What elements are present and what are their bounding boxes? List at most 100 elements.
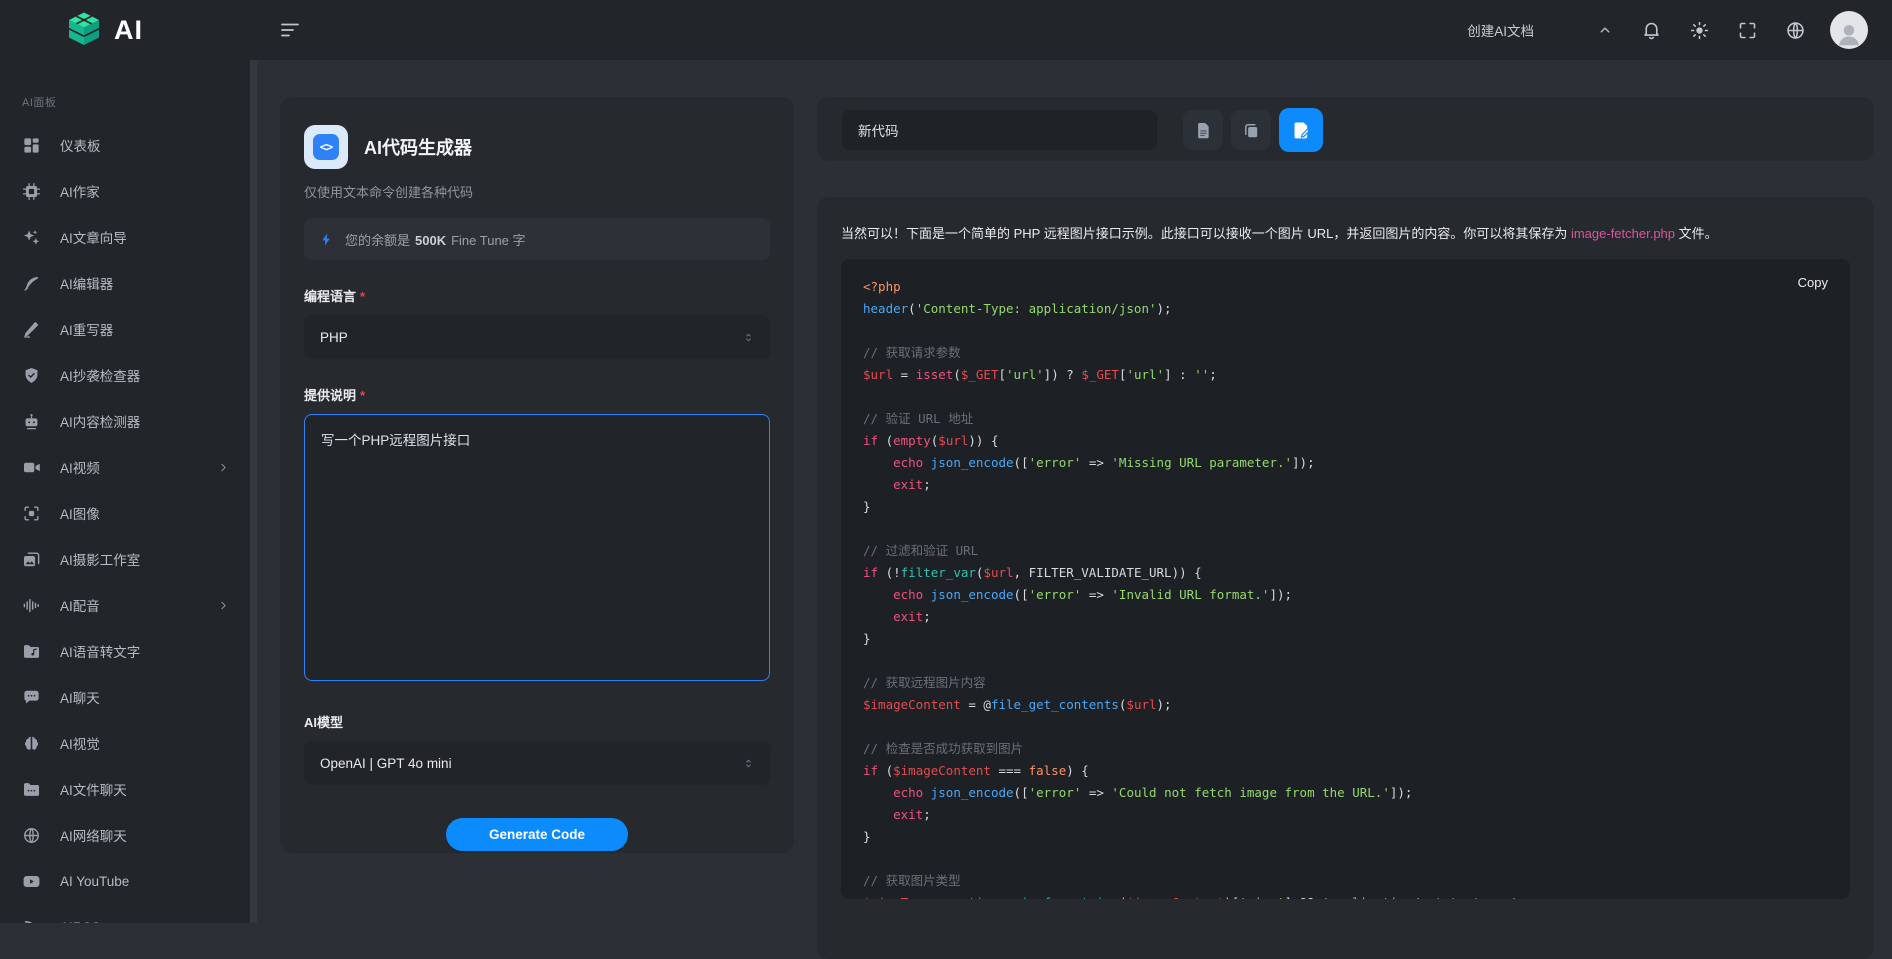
menu-icon[interactable] (278, 18, 302, 42)
sidebar-item[interactable]: AI抄袭检查器 (0, 352, 250, 398)
sidebar-section-label: AI面板 (22, 94, 250, 110)
copy-icon (1242, 121, 1261, 140)
app-logo[interactable]: AI (0, 10, 250, 50)
code-line: // 检查是否成功获取到图片 (863, 738, 1828, 760)
sidebar-item-label: AIRSS (60, 920, 101, 924)
avatar[interactable] (1830, 11, 1868, 49)
model-select-value: OpenAI | GPT 4o mini (320, 756, 452, 771)
sidebar-item[interactable]: AI文章向导 (0, 214, 250, 260)
sidebar-item[interactable]: AI编辑器 (0, 260, 250, 306)
chevron-up-icon[interactable] (1596, 21, 1614, 39)
code-line: } (863, 496, 1828, 518)
code-line (863, 650, 1828, 672)
chip-icon (22, 182, 41, 201)
chat-icon (22, 688, 41, 707)
code-line (863, 518, 1828, 540)
code-line: header('Content-Type: application/json')… (863, 298, 1828, 320)
sidebar: AI面板 仪表板 AI作家 AI文章向导 AI编辑器 AI重写器 AI抄袭检查器 AI内容检… (0, 60, 250, 923)
sidebar-item-label: AI编辑器 (60, 273, 113, 293)
chevron-right-icon (217, 461, 230, 474)
balance-bar: 您的余额是500KFine Tune 字 (304, 218, 770, 260)
sidebar-item-label: AI重写器 (60, 319, 113, 339)
sidebar-item[interactable]: AI配音 (0, 582, 250, 628)
description-textarea[interactable]: 写一个PHP远程图片接口 (304, 414, 770, 681)
language-select-value: PHP (320, 330, 348, 345)
dashboard-icon (22, 136, 41, 155)
code-line: echo json_encode(['error' => 'Invalid UR… (863, 584, 1828, 606)
sidebar-item[interactable]: AI作家 (0, 168, 250, 214)
sidebar-item[interactable]: AI语音转文字 (0, 628, 250, 674)
model-select[interactable]: OpenAI | GPT 4o mini (304, 741, 770, 785)
sidebar-item[interactable]: AI网络聊天 (0, 812, 250, 858)
copy-code-button[interactable]: Copy (1798, 275, 1828, 290)
robot-icon (22, 412, 41, 431)
code-line: // 获取远程图片内容 (863, 672, 1828, 694)
select-stepper-icon (741, 756, 756, 771)
sidebar-item-label: AI作家 (60, 181, 100, 201)
language-select[interactable]: PHP (304, 315, 770, 359)
sidebar-item-label: 仪表板 (60, 135, 101, 155)
sidebar-item-label: AI摄影工作室 (60, 549, 140, 569)
code-line: // 过滤和验证 URL (863, 540, 1828, 562)
sidebar-item[interactable]: 仪表板 (0, 122, 250, 168)
shield-icon (22, 366, 41, 385)
feather-icon (22, 274, 41, 293)
sidebar-item[interactable]: AIRSS (0, 904, 250, 923)
required-mark: * (360, 388, 365, 403)
save-document-button[interactable] (1279, 108, 1323, 152)
bolt-icon (319, 232, 334, 247)
sidebar-scrollbar[interactable] (250, 60, 257, 923)
code-line: // 验证 URL 地址 (863, 408, 1828, 430)
code-line: <?php (863, 276, 1828, 298)
topbar: AI 创建AI文档 (0, 0, 1892, 60)
music-folder-icon (22, 642, 41, 661)
new-document-button[interactable] (1183, 110, 1223, 150)
sidebar-item[interactable]: AI图像 (0, 490, 250, 536)
sidebar-item[interactable]: AI视频 (0, 444, 250, 490)
sidebar-item[interactable]: AI重写器 (0, 306, 250, 352)
panel-subtitle: 仅使用文本命令创建各种代码 (304, 182, 770, 201)
generate-code-button[interactable]: Generate Code (446, 818, 628, 851)
sidebar-item[interactable]: AI视觉 (0, 720, 250, 766)
select-stepper-icon (741, 330, 756, 345)
chevron-right-icon (217, 599, 230, 612)
sun-icon[interactable] (1689, 20, 1710, 41)
sidebar-item-label: AI语音转文字 (60, 641, 140, 661)
globe-icon (22, 826, 41, 845)
code-line: if ($imageContent === false) { (863, 760, 1828, 782)
panel-title: AI代码生成器 (364, 134, 472, 160)
model-label: AI模型 (304, 712, 770, 731)
generator-panel: <> AI代码生成器 仅使用文本命令创建各种代码 您的余额是500KFine T… (280, 97, 794, 853)
sidebar-item-label: AI YouTube (60, 874, 129, 889)
sidebar-item[interactable]: AI YouTube (0, 858, 250, 904)
create-ai-doc-link[interactable]: 创建AI文档 (1467, 20, 1534, 40)
document-title-input[interactable] (842, 110, 1157, 150)
balance-amount: 500K (415, 233, 446, 248)
youtube-icon (22, 872, 41, 891)
code-line: } (863, 628, 1828, 650)
sidebar-item[interactable]: AI内容检测器 (0, 398, 250, 444)
generator-header: <> AI代码生成器 (304, 125, 770, 169)
sidebar-item-label: AI图像 (60, 503, 100, 523)
code-line: echo json_encode(['error' => 'Could not … (863, 782, 1828, 804)
bell-icon[interactable] (1641, 20, 1662, 41)
code-line: exit; (863, 474, 1828, 496)
sidebar-item[interactable]: AI摄影工作室 (0, 536, 250, 582)
code-line: // 获取图片类型 (863, 870, 1828, 892)
sidebar-item[interactable]: AI文件聊天 (0, 766, 250, 812)
inline-code-filename: image-fetcher.php (1571, 226, 1675, 241)
code-badge: <> (304, 125, 348, 169)
code-line: // 获取请求参数 (863, 342, 1828, 364)
cube-logo-icon (64, 10, 104, 50)
sidebar-item-label: AI网络聊天 (60, 825, 127, 845)
sidebar-item-label: AI视觉 (60, 733, 100, 753)
sidebar-item[interactable]: AI聊天 (0, 674, 250, 720)
globe-icon[interactable] (1785, 20, 1806, 41)
sidebar-item-label: AI内容检测器 (60, 411, 140, 431)
fullscreen-icon[interactable] (1737, 20, 1758, 41)
copy-document-button[interactable] (1231, 110, 1271, 150)
code-line: } (863, 826, 1828, 848)
save-edit-icon (1291, 120, 1312, 141)
rss-icon (22, 918, 41, 924)
balance-text: 您的余额是500KFine Tune 字 (345, 230, 526, 249)
